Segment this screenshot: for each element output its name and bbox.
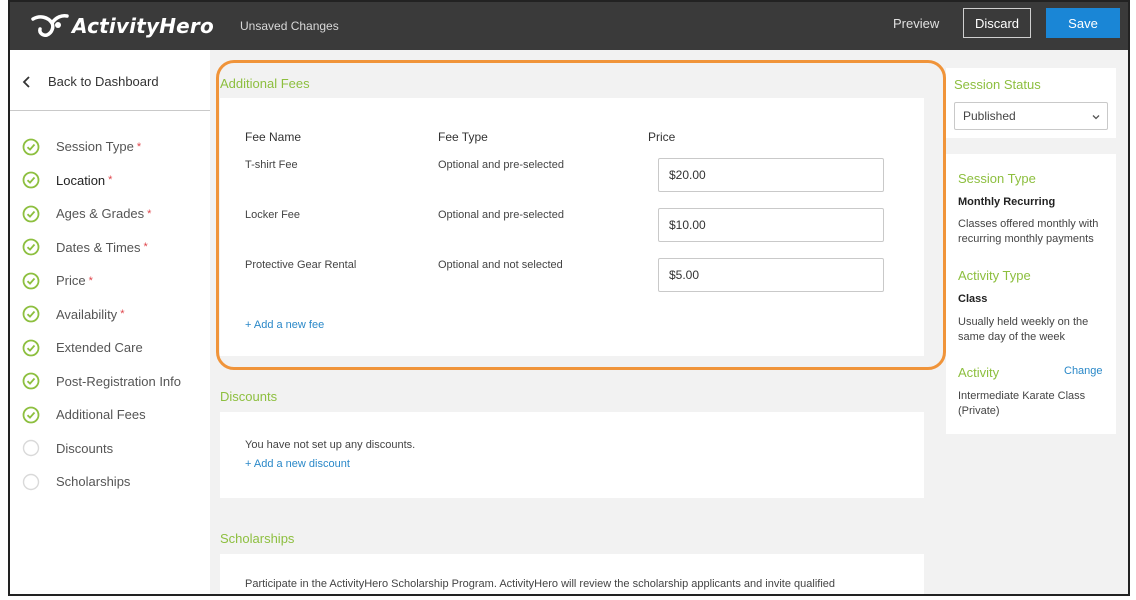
- right-panel: Session Status Published Session Type Mo…: [946, 50, 1128, 594]
- check-circle-icon: [22, 272, 40, 290]
- logo-text: ActivityHero: [72, 14, 214, 38]
- column-header-fee-name: Fee Name: [245, 130, 302, 144]
- check-circle-icon: [22, 305, 40, 323]
- sidebar-item-label: Dates & Times: [56, 239, 141, 255]
- required-marker: *: [147, 207, 152, 220]
- discounts-title: Discounts: [220, 389, 278, 404]
- empty-circle-icon: [22, 473, 40, 490]
- column-header-price: Price: [648, 130, 676, 144]
- required-marker: *: [136, 140, 142, 153]
- app-window: ActivityHero Unsaved Changes Preview Dis…: [8, 0, 1130, 596]
- chevron-left-icon: [22, 75, 30, 88]
- main-content: Additional Fees Fee Name Fee Type Price …: [210, 50, 946, 594]
- check-circle-icon: [22, 205, 40, 223]
- sidebar-item-label: Price: [56, 273, 86, 289]
- sidebar-item-label: Location: [56, 172, 106, 188]
- sidebar-item-label: Additional Fees: [56, 407, 146, 423]
- check-circle-icon: [22, 406, 40, 424]
- session-summary-card: Session Type Monthly Recurring Classes o…: [946, 154, 1116, 434]
- check-circle-icon: [22, 372, 40, 390]
- check-circle-icon: [22, 339, 40, 357]
- save-button[interactable]: Save: [1046, 8, 1120, 38]
- sidebar-item-label: Extended Care: [56, 340, 143, 356]
- scholarships-text: Participate in the ActivityHero Scholars…: [245, 578, 835, 590]
- sidebar-item-extended-care[interactable]: Extended Care: [22, 331, 181, 365]
- discounts-card: You have not set up any discounts. + Add…: [220, 412, 924, 498]
- fee-name: Protective Gear Rental: [245, 259, 357, 271]
- activity-type-title: Activity Type: [958, 268, 1031, 283]
- back-to-dashboard-link[interactable]: Back to Dashboard: [20, 74, 159, 89]
- check-circle-icon: [22, 138, 40, 156]
- sidebar-item-label: Scholarships: [56, 474, 131, 490]
- sidebar-item-location[interactable]: Location *: [22, 164, 181, 198]
- sidebar-item-post-registration-info[interactable]: Post-Registration Info: [22, 365, 181, 399]
- price-input[interactable]: [658, 208, 884, 242]
- sidebar-item-additional-fees[interactable]: Additional Fees: [22, 398, 181, 432]
- add-fee-link[interactable]: + Add a new fee: [245, 319, 324, 331]
- column-header-fee-type: Fee Type: [438, 130, 488, 144]
- sidebar-item-label: Availability: [56, 306, 118, 322]
- scholarships-card: Participate in the ActivityHero Scholars…: [220, 554, 924, 594]
- activity-title: Activity: [958, 365, 1000, 380]
- required-marker: *: [120, 308, 125, 321]
- activity-value: Intermediate Karate Class (Private): [958, 390, 1086, 417]
- session-status-select[interactable]: Published: [954, 102, 1108, 130]
- sidebar-item-label: Ages & Grades: [56, 206, 145, 222]
- logo[interactable]: ActivityHero: [30, 10, 214, 42]
- fee-type: Optional and not selected: [438, 259, 563, 271]
- additional-fees-card: Fee Name Fee Type Price T-shirt Fee Opti…: [220, 98, 924, 356]
- sidebar-item-price[interactable]: Price *: [22, 264, 181, 298]
- sidebar-divider: [10, 110, 210, 111]
- discounts-empty-text: You have not set up any discounts.: [245, 439, 416, 451]
- price-input[interactable]: [658, 258, 884, 292]
- required-marker: *: [108, 174, 113, 187]
- fee-type: Optional and pre-selected: [438, 209, 564, 221]
- change-activity-link[interactable]: Change: [1064, 365, 1103, 377]
- session-type-title: Session Type: [958, 171, 1036, 186]
- top-bar: ActivityHero Unsaved Changes Preview Dis…: [10, 2, 1128, 50]
- required-marker: *: [143, 241, 148, 254]
- session-status-card: Session Status Published: [946, 68, 1116, 138]
- sidebar-item-label: Session Type: [56, 139, 134, 155]
- sidebar-item-scholarships[interactable]: Scholarships: [22, 465, 181, 499]
- activity-type-desc: Usually held weekly on the same day of t…: [958, 316, 1089, 343]
- empty-circle-icon: [22, 440, 40, 457]
- additional-fees-title: Additional Fees: [220, 76, 310, 91]
- activity-type-value: Class: [958, 293, 988, 305]
- sidebar-item-ages-grades[interactable]: Ages & Grades *: [22, 197, 181, 231]
- chevron-down-icon: [1092, 115, 1100, 120]
- sidebar-item-label: Post-Registration Info: [56, 373, 182, 389]
- step-list: Session Type * Location * Ages & Grades * D…: [22, 130, 181, 499]
- price-input[interactable]: [658, 158, 884, 192]
- scholarships-title: Scholarships: [220, 531, 295, 546]
- check-circle-icon: [22, 238, 40, 256]
- sidebar-item-availability[interactable]: Availability *: [22, 298, 181, 332]
- session-status-title: Session Status: [954, 77, 1041, 92]
- session-status-value: Published: [963, 109, 1016, 123]
- add-discount-link[interactable]: + Add a new discount: [245, 458, 350, 470]
- sidebar-item-session-type[interactable]: Session Type *: [22, 130, 181, 164]
- sidebar: Back to Dashboard Session Type * Location…: [10, 50, 210, 594]
- discard-button[interactable]: Discard: [963, 8, 1031, 38]
- unsaved-status: Unsaved Changes: [240, 19, 339, 33]
- session-type-desc: Classes offered monthly with recurring m…: [958, 218, 1099, 245]
- back-label: Back to Dashboard: [48, 74, 159, 89]
- sidebar-item-discounts[interactable]: Discounts: [22, 432, 181, 466]
- required-marker: *: [88, 274, 93, 287]
- session-type-value: Monthly Recurring: [958, 196, 1056, 208]
- fee-type: Optional and pre-selected: [438, 159, 564, 171]
- check-circle-icon: [22, 171, 40, 189]
- activityhero-logo-icon: [31, 14, 69, 37]
- preview-link[interactable]: Preview: [893, 16, 939, 31]
- sidebar-item-label: Discounts: [56, 440, 114, 456]
- fee-name: Locker Fee: [245, 209, 301, 221]
- fee-name: T-shirt Fee: [245, 159, 298, 171]
- sidebar-item-dates-times[interactable]: Dates & Times *: [22, 231, 181, 265]
